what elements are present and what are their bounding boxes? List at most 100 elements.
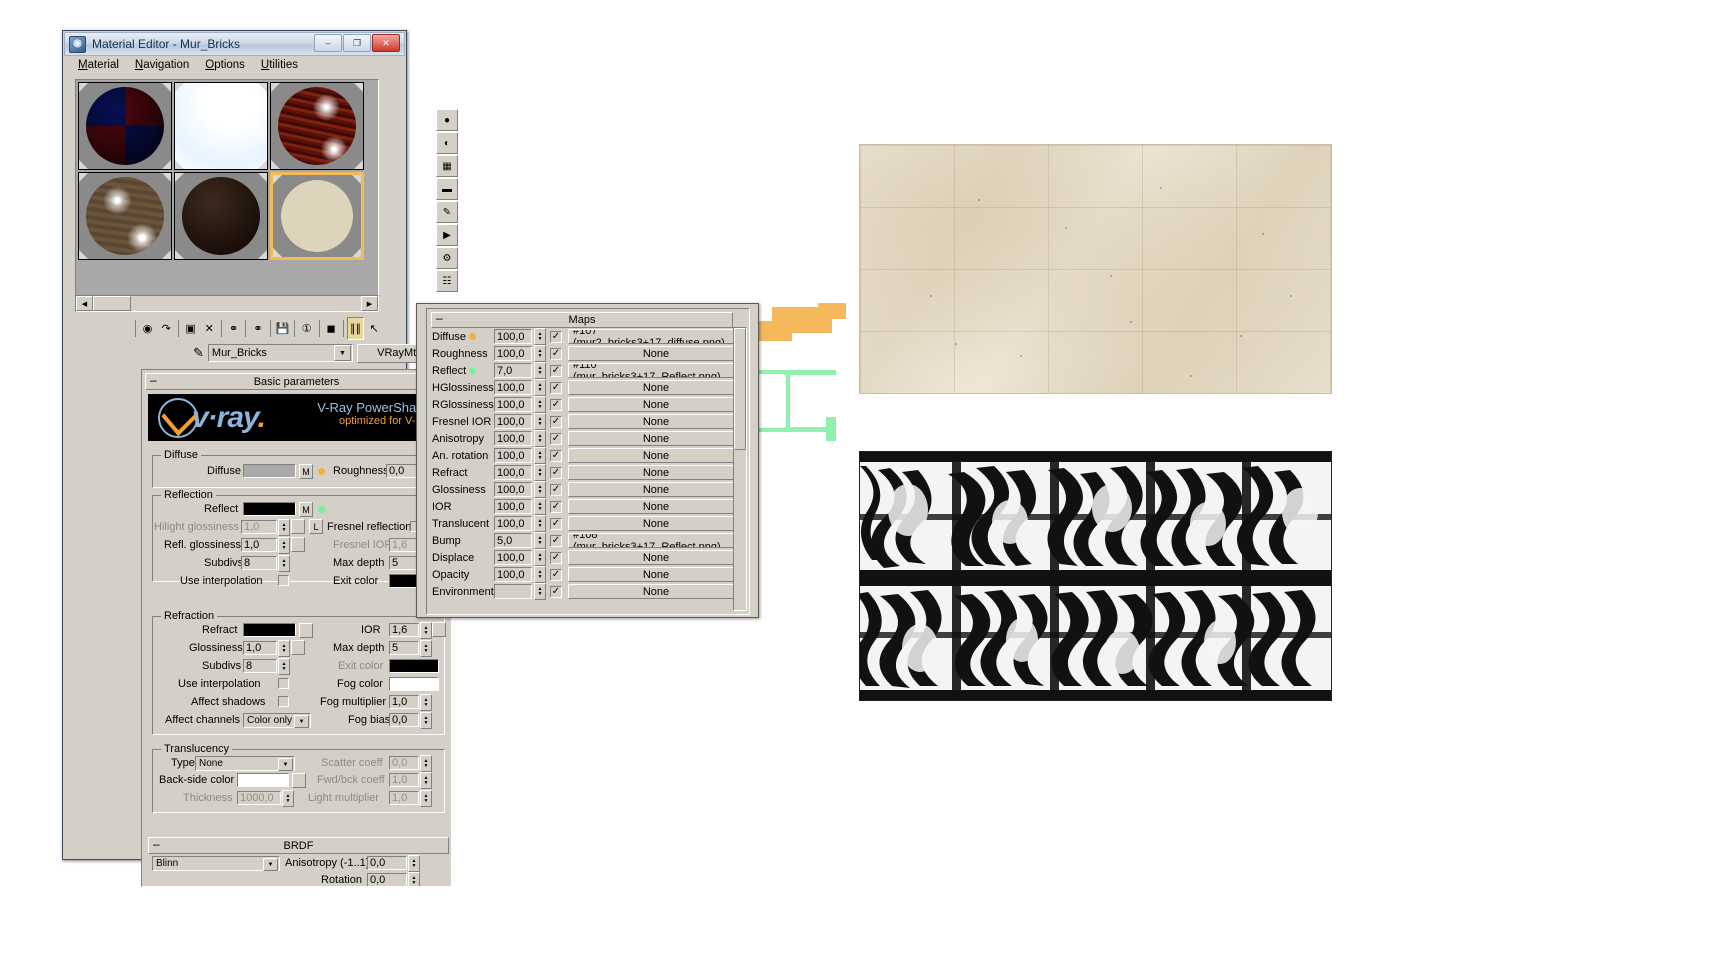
map-amount-field[interactable]: 100,0: [494, 482, 532, 497]
map-amount-field[interactable]: 100,0: [494, 516, 532, 531]
fog-multiplier-field[interactable]: 1,0: [389, 695, 419, 709]
anisotropy-spinner[interactable]: ▲ ▼: [408, 855, 420, 872]
map-slot-button[interactable]: None: [568, 380, 744, 395]
put-to-library-icon[interactable]: 💾: [273, 316, 292, 340]
map-slot-button[interactable]: None: [568, 584, 744, 599]
close-icon[interactable]: ✕: [372, 34, 400, 52]
fog-bias-spinner[interactable]: ▲ ▼: [420, 712, 432, 729]
map-amount-spinner[interactable]: ▲ ▼: [534, 328, 546, 345]
refl-glossiness-field[interactable]: 1,0: [241, 538, 277, 552]
backlight-icon[interactable]: ◐: [436, 132, 458, 154]
map-amount-spinner[interactable]: ▲ ▼: [534, 583, 546, 600]
options-icon[interactable]: ⚙: [436, 247, 458, 269]
refl-glossiness-map-button[interactable]: [291, 537, 305, 552]
refract-max-depth-spinner[interactable]: ▲ ▼: [420, 640, 432, 657]
thickness-spinner[interactable]: ▲ ▼: [282, 790, 294, 807]
map-slot-button[interactable]: None: [568, 448, 744, 463]
menu-navigation[interactable]: Navigation: [135, 59, 189, 71]
map-enabled-checkbox[interactable]: ✓: [550, 364, 562, 377]
sample-slot-2[interactable]: [174, 82, 268, 170]
map-enabled-checkbox[interactable]: ✓: [550, 415, 562, 428]
map-slot-button[interactable]: #107 (mur2_bricks3+17_diffuse.png): [568, 329, 744, 344]
material-effects-channel-icon[interactable]: ①: [297, 316, 316, 340]
map-amount-field[interactable]: 100,0: [494, 380, 532, 395]
chevron-down-icon[interactable]: ▼: [263, 858, 278, 871]
map-amount-spinner[interactable]: ▲ ▼: [534, 515, 546, 532]
map-amount-field[interactable]: 100,0: [494, 346, 532, 361]
collapse-icon[interactable]: –: [436, 311, 443, 325]
map-amount-field[interactable]: 100,0: [494, 448, 532, 463]
map-amount-spinner[interactable]: ▲ ▼: [534, 549, 546, 566]
sample-slot-1[interactable]: [78, 82, 172, 170]
affect-channels-dropdown[interactable]: Color only ▼: [243, 713, 311, 728]
hilight-glossiness-spinner[interactable]: ▲ ▼: [278, 519, 290, 536]
refract-map-button[interactable]: [299, 623, 313, 638]
scatter-coeff-field[interactable]: 0,0: [389, 756, 419, 770]
map-slot-button[interactable]: #110 (mur_bricks3+17_Reflect.png): [568, 363, 744, 378]
fwd-bck-coeff-field[interactable]: 1,0: [389, 773, 419, 787]
map-amount-field[interactable]: 5,0: [494, 533, 532, 548]
make-material-copy-icon[interactable]: ⚭: [224, 316, 243, 340]
sample-slot-5[interactable]: [174, 172, 268, 260]
roughness-field[interactable]: 0,0: [386, 464, 418, 478]
hilight-glossiness-map-button[interactable]: [291, 519, 305, 534]
eyedropper-icon[interactable]: ✎: [193, 345, 204, 361]
video-color-check-icon[interactable]: ✎: [436, 201, 458, 223]
scrollbar-thumb[interactable]: [93, 296, 131, 311]
map-slot-button[interactable]: None: [568, 414, 744, 429]
map-enabled-checkbox[interactable]: ✓: [550, 517, 562, 530]
scroll-right-icon[interactable]: ▶: [361, 296, 378, 311]
sample-uv-tiling-icon[interactable]: ▬: [436, 178, 458, 200]
light-multiplier-spinner[interactable]: ▲ ▼: [420, 790, 432, 807]
map-slot-button[interactable]: None: [568, 431, 744, 446]
map-amount-field[interactable]: 100,0: [494, 499, 532, 514]
affect-shadows-checkbox[interactable]: [278, 696, 289, 707]
refract-subdivs-spinner[interactable]: ▲ ▼: [278, 658, 290, 675]
sample-slot-6-selected[interactable]: [270, 172, 364, 260]
map-amount-spinner[interactable]: ▲ ▼: [534, 464, 546, 481]
map-amount-spinner[interactable]: ▲ ▼: [534, 430, 546, 447]
map-slot-button[interactable]: None: [568, 567, 744, 582]
make-unique-icon[interactable]: ⚭: [249, 316, 267, 340]
material-name-field[interactable]: Mur_Bricks ▼: [207, 344, 353, 362]
chevron-down-icon[interactable]: ▼: [278, 758, 293, 771]
map-enabled-checkbox[interactable]: ✓: [550, 330, 562, 343]
go-to-parent-icon[interactable]: ↖: [365, 316, 383, 340]
map-amount-spinner[interactable]: ▲ ▼: [534, 566, 546, 583]
refract-color-swatch[interactable]: [243, 623, 296, 637]
background-checker-icon[interactable]: ▦: [436, 155, 458, 177]
refract-ior-map-button[interactable]: [432, 622, 446, 637]
map-amount-field[interactable]: 100,0: [494, 465, 532, 480]
map-amount-field[interactable]: 100,0: [494, 414, 532, 429]
map-amount-spinner[interactable]: ▲ ▼: [534, 481, 546, 498]
light-multiplier-field[interactable]: 1,0: [389, 791, 419, 805]
rollout-brdf[interactable]: – BRDF: [148, 837, 449, 854]
map-enabled-checkbox[interactable]: ✓: [550, 534, 562, 547]
map-slot-button[interactable]: None: [568, 465, 744, 480]
minimize-button[interactable]: –: [314, 34, 342, 52]
map-enabled-checkbox[interactable]: ✓: [550, 500, 562, 513]
refract-use-interpolation-checkbox[interactable]: [278, 678, 289, 689]
assign-material-to-selection-icon[interactable]: ▣: [181, 316, 200, 340]
refract-subdivs-field[interactable]: 8: [243, 659, 277, 673]
maps-scrollbar[interactable]: [733, 327, 747, 611]
make-preview-icon[interactable]: ▶: [436, 224, 458, 246]
collapse-icon[interactable]: –: [153, 837, 160, 851]
anisotropy-field[interactable]: 0,0: [367, 856, 407, 870]
show-end-result-icon[interactable]: ∥∥: [346, 316, 365, 340]
map-enabled-checkbox[interactable]: ✓: [550, 381, 562, 394]
map-amount-field[interactable]: 100,0: [494, 567, 532, 582]
title-bar[interactable]: ◉ Material Editor - Mur_Bricks – ❐ ✕: [64, 32, 405, 56]
show-map-in-viewport-icon[interactable]: ◼: [322, 316, 340, 340]
refract-ior-field[interactable]: 1,6: [389, 623, 419, 637]
fresnel-ior-field[interactable]: 1,6: [389, 538, 419, 552]
reset-map-icon[interactable]: ✕: [200, 316, 219, 340]
reflect-subdivs-field[interactable]: 8: [241, 556, 277, 570]
map-amount-spinner[interactable]: ▲ ▼: [534, 345, 546, 362]
map-enabled-checkbox[interactable]: ✓: [550, 432, 562, 445]
map-enabled-checkbox[interactable]: ✓: [550, 398, 562, 411]
refract-exit-color-swatch[interactable]: [389, 659, 439, 673]
glossiness-lock-button[interactable]: L: [309, 519, 323, 534]
translucency-type-dropdown[interactable]: None ▼: [195, 756, 295, 771]
sample-slot-scrollbar[interactable]: ◀ ▶: [75, 295, 379, 312]
